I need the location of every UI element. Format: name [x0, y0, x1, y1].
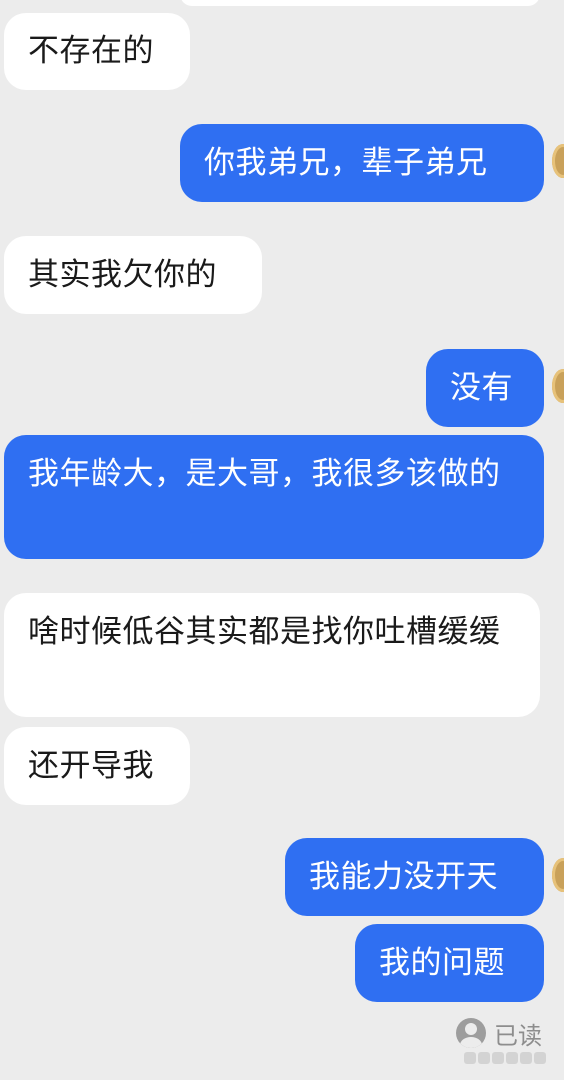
message-bubble-incoming[interactable]: 还开导我	[4, 727, 190, 805]
read-person-icon	[456, 1018, 486, 1048]
avatar-icon[interactable]	[552, 858, 564, 892]
watermark-block	[464, 1052, 476, 1064]
message-bubble-outgoing[interactable]: 没有	[426, 349, 544, 427]
message-bubble-outgoing[interactable]: 我的问题	[355, 924, 544, 1002]
chat-thread: 不存在的 你我弟兄，辈子弟兄 其实我欠你的 没有 我年龄大，是大哥，我很多该做的…	[0, 0, 564, 1080]
message-bubble-incoming[interactable]: 不存在的	[4, 13, 190, 90]
avatar-icon[interactable]	[552, 369, 564, 403]
message-bubble-outgoing[interactable]: 你我弟兄，辈子弟兄	[180, 124, 544, 202]
avatar-icon[interactable]	[552, 144, 564, 178]
previous-message-edge	[180, 0, 540, 6]
watermark-block	[492, 1052, 504, 1064]
message-bubble-incoming[interactable]: 啥时候低谷其实都是找你吐槽缓缓	[4, 593, 540, 717]
read-status: 已读	[456, 1014, 542, 1052]
watermark-blur	[464, 1052, 546, 1064]
message-bubble-outgoing[interactable]: 我能力没开天	[285, 838, 544, 916]
message-bubble-incoming[interactable]: 其实我欠你的	[4, 236, 262, 314]
watermark-block	[534, 1052, 546, 1064]
watermark-block	[520, 1052, 532, 1064]
watermark-block	[478, 1052, 490, 1064]
message-bubble-outgoing[interactable]: 我年龄大，是大哥，我很多该做的	[4, 435, 544, 559]
read-status-label: 已读	[494, 1021, 542, 1050]
watermark-block	[506, 1052, 518, 1064]
